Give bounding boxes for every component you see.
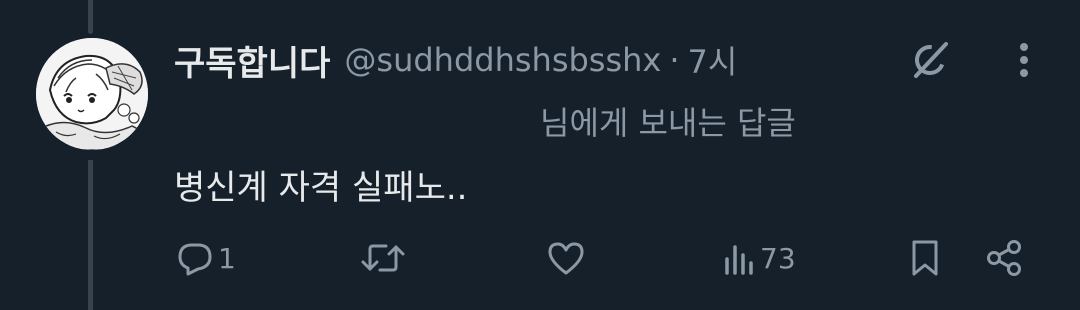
reply-button[interactable]: 1 xyxy=(176,230,236,286)
retweet-icon xyxy=(361,244,405,272)
display-name[interactable]: 구독합니다 xyxy=(174,36,330,85)
user-handle[interactable]: @sudhddhshsbsshx xyxy=(344,41,661,79)
share-icon xyxy=(987,240,1021,276)
timestamp[interactable]: 7시 xyxy=(688,37,738,83)
share-button[interactable] xyxy=(984,230,1024,286)
retweet-button[interactable] xyxy=(360,230,410,286)
grok-icon[interactable] xyxy=(904,36,956,84)
reply-count: 1 xyxy=(218,241,236,275)
like-button[interactable] xyxy=(546,230,590,286)
reply-to-label[interactable]: 님에게 보내는 답글 xyxy=(540,98,796,144)
separator-dot: · xyxy=(669,41,680,79)
avatar[interactable] xyxy=(36,38,148,150)
bookmark-button[interactable] xyxy=(908,230,942,286)
views-button[interactable]: 73 xyxy=(722,230,796,286)
heart-icon xyxy=(548,242,584,275)
action-bar: 1 73 xyxy=(0,230,1080,286)
reply-icon xyxy=(178,243,212,276)
views-count: 73 xyxy=(760,241,796,275)
tweet-header: 구독합니다 @sudhddhshsbsshx · 7시 xyxy=(174,36,737,84)
bookmark-icon xyxy=(912,240,938,276)
more-vertical-icon[interactable] xyxy=(1004,40,1044,80)
tweet[interactable]: 구독합니다 @sudhddhshsbsshx · 7시 님에게 보내는 답글 병… xyxy=(0,0,1080,310)
thread-line xyxy=(88,0,93,34)
views-icon xyxy=(725,245,753,275)
tweet-text: 병신계 자격 실패노.. xyxy=(174,168,468,208)
avatar-image xyxy=(36,38,148,150)
